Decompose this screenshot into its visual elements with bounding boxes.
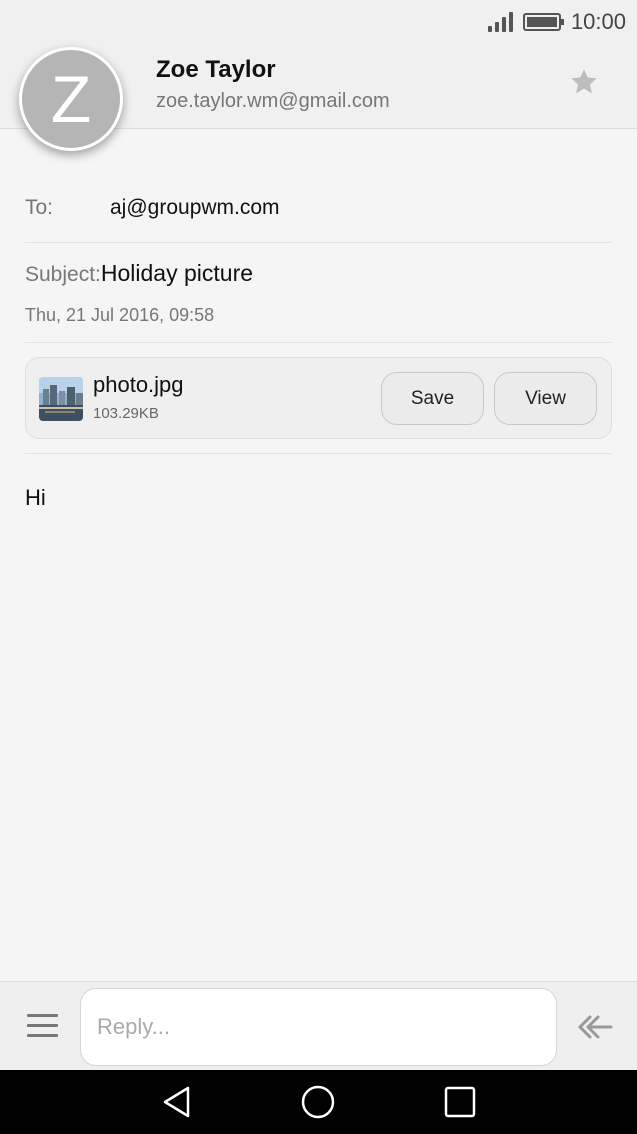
email-header: Z Zoe Taylor zoe.taylor.wm@gmail.com [0, 44, 637, 151]
back-icon[interactable] [159, 1084, 195, 1120]
attachment-filename: photo.jpg [93, 372, 184, 397]
status-bar: 10:00 [0, 0, 637, 44]
battery-icon [522, 13, 564, 31]
view-attachment-button[interactable]: View [494, 372, 597, 425]
email-body: Hi [25, 485, 46, 510]
recipient-address[interactable]: aj@groupwm.com [110, 196, 280, 220]
avatar[interactable]: Z [19, 47, 123, 151]
recipient-row: To: aj@groupwm.com [25, 192, 612, 243]
attachment-thumbnail[interactable] [39, 377, 83, 421]
home-icon[interactable] [300, 1084, 336, 1120]
navigation-bar [0, 1070, 637, 1134]
subject-value: Holiday picture [100, 260, 254, 286]
attachment-card[interactable]: photo.jpg 103.29KB Save View [25, 357, 612, 439]
star-icon[interactable] [568, 66, 600, 98]
save-attachment-button[interactable]: Save [381, 372, 484, 425]
subject-label: Subject: [25, 263, 101, 286]
status-time: 10:00 [570, 9, 626, 34]
to-label: To: [25, 196, 54, 219]
recents-icon[interactable] [442, 1084, 478, 1120]
subject-block: Subject:Holiday picture Thu, 21 Jul 2016… [25, 260, 612, 343]
reply-all-icon[interactable] [576, 1010, 614, 1044]
menu-icon[interactable] [27, 1012, 59, 1040]
subject-line: Subject:Holiday picture [25, 260, 612, 287]
sender-name: Zoe Taylor [156, 56, 276, 83]
sender-email: zoe.taylor.wm@gmail.com [156, 90, 390, 112]
reply-input[interactable] [80, 988, 557, 1066]
divider [25, 453, 612, 454]
email-date: Thu, 21 Jul 2016, 09:58 [25, 305, 215, 325]
attachment-size: 103.29KB [93, 405, 159, 422]
reply-bar [0, 981, 637, 1071]
signal-icon [487, 12, 513, 32]
